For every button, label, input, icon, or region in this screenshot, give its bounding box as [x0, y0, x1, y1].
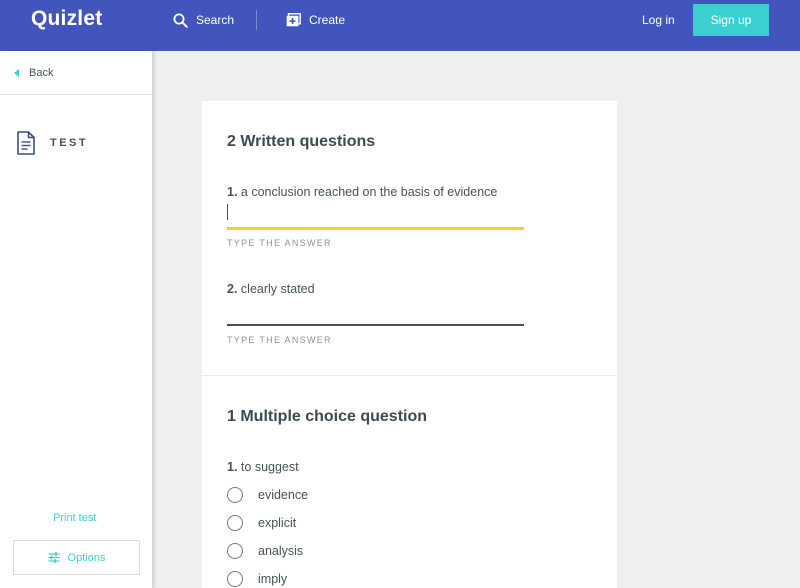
- written-questions-section: 2 Written questions 1. a conclusion reac…: [202, 101, 617, 376]
- test-label: TEST: [50, 137, 89, 149]
- options-button[interactable]: Options: [13, 540, 140, 575]
- choice-label: analysis: [258, 544, 304, 558]
- radio-button[interactable]: [227, 571, 243, 587]
- question-number: 1.: [227, 185, 238, 199]
- multiple-choice-section: 1 Multiple choice question 1. to suggest…: [202, 376, 617, 588]
- document-icon: [17, 131, 35, 155]
- multiple-choice-question: 1. to suggest: [227, 460, 299, 474]
- question-prompt: a conclusion reached on the basis of evi…: [240, 185, 498, 199]
- back-arrow-icon: [14, 68, 19, 77]
- login-link[interactable]: Log in: [642, 13, 675, 27]
- create-button[interactable]: Create: [286, 0, 345, 40]
- answer-input-1[interactable]: [227, 227, 524, 230]
- answer-input-2[interactable]: [227, 324, 524, 326]
- create-label: Create: [309, 13, 346, 27]
- written-question-1: 1. a conclusion reached on the basis of …: [227, 185, 497, 199]
- question-prompt: to suggest: [240, 460, 299, 474]
- sliders-icon: [48, 552, 60, 563]
- top-nav-bar: Quizlet Search Create Log in Sign up: [0, 0, 800, 51]
- back-label: Back: [29, 66, 54, 79]
- question-number: 2.: [227, 282, 238, 296]
- answer-hint-2: TYPE THE ANSWER: [227, 335, 332, 345]
- written-question-2: 2. clearly stated: [227, 282, 315, 296]
- sidebar-item-test[interactable]: TEST: [16, 131, 88, 155]
- options-label: Options: [67, 551, 106, 564]
- search-icon: [173, 13, 188, 28]
- search-label: Search: [196, 13, 235, 27]
- choice-label: explicit: [258, 516, 297, 530]
- search-button[interactable]: Search: [173, 0, 234, 40]
- written-section-title: 2 Written questions: [227, 133, 376, 150]
- create-plus-icon: [286, 13, 301, 27]
- multiple-choice-title: 1 Multiple choice question: [227, 408, 428, 425]
- radio-button[interactable]: [227, 515, 243, 531]
- radio-button[interactable]: [227, 487, 243, 503]
- choice-option[interactable]: evidence: [227, 487, 308, 503]
- question-number: 1.: [227, 460, 238, 474]
- choice-label: imply: [258, 572, 288, 586]
- answer-hint-1: TYPE THE ANSWER: [227, 238, 332, 248]
- back-button[interactable]: Back: [0, 51, 152, 95]
- signup-button[interactable]: Sign up: [693, 4, 769, 36]
- sidebar: Back TEST Print test Options: [0, 51, 152, 588]
- quizlet-logo[interactable]: Quizlet: [31, 7, 102, 31]
- question-prompt: clearly stated: [240, 282, 315, 296]
- text-caret: [227, 204, 228, 220]
- choice-label: evidence: [258, 488, 309, 502]
- radio-button[interactable]: [227, 543, 243, 559]
- choice-option[interactable]: analysis: [227, 543, 303, 559]
- nav-divider: [256, 10, 257, 30]
- choice-option[interactable]: imply: [227, 571, 287, 587]
- test-card: 2 Written questions 1. a conclusion reac…: [202, 101, 617, 588]
- print-test-link[interactable]: Print test: [53, 512, 96, 524]
- choice-option[interactable]: explicit: [227, 515, 296, 531]
